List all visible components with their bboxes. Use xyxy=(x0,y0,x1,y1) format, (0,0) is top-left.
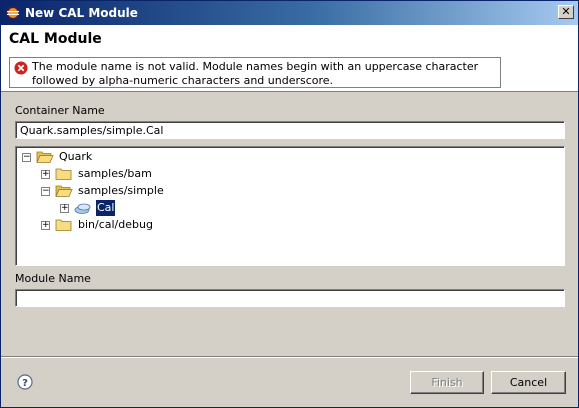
folder-open-icon xyxy=(36,151,54,163)
cancel-button[interactable]: Cancel xyxy=(491,371,566,394)
module-name-field[interactable] xyxy=(15,289,565,307)
help-icon[interactable]: ? xyxy=(17,374,33,390)
expand-icon[interactable]: + xyxy=(41,221,50,230)
eclipse-icon xyxy=(6,6,20,20)
expand-icon[interactable]: + xyxy=(41,170,50,179)
module-name-label: Module Name xyxy=(15,272,91,285)
wizard-header: CAL Module The module name is not valid.… xyxy=(1,25,578,92)
folder-icon xyxy=(55,168,72,180)
tree-node-label: samples/bam xyxy=(78,167,152,180)
finish-button-label: Finish xyxy=(431,376,463,389)
close-button[interactable]: ✕ xyxy=(558,5,574,19)
error-message-box: The module name is not valid. Module nam… xyxy=(9,57,501,88)
svg-text:?: ? xyxy=(22,378,28,389)
finish-button[interactable]: Finish xyxy=(410,371,484,394)
expand-icon[interactable]: + xyxy=(60,204,69,213)
collapse-icon[interactable]: − xyxy=(41,187,50,196)
container-name-field[interactable]: Quark.samples/simple.Cal xyxy=(15,121,565,139)
tree-node-label: bin/cal/debug xyxy=(78,218,153,231)
container-tree[interactable]: − Quark + samples/bam − samples/simple + xyxy=(15,146,565,266)
separator xyxy=(1,356,578,358)
container-name-label: Container Name xyxy=(15,104,105,117)
title-bar[interactable]: New CAL Module ✕ xyxy=(1,1,578,25)
tree-node-label: Cal xyxy=(94,199,117,217)
folder-icon xyxy=(55,219,72,231)
tree-node-label: Quark xyxy=(59,150,93,163)
collapse-icon[interactable]: − xyxy=(22,153,31,162)
dialog-window: New CAL Module ✕ CAL Module The module n… xyxy=(0,0,579,408)
page-title: CAL Module xyxy=(9,31,102,47)
window-title: New CAL Module xyxy=(25,6,138,20)
package-icon xyxy=(74,203,91,214)
error-message-text: The module name is not valid. Module nam… xyxy=(32,60,479,87)
cancel-button-label: Cancel xyxy=(509,376,548,389)
folder-open-icon xyxy=(55,185,73,197)
error-icon xyxy=(14,61,28,75)
tree-node-label: samples/simple xyxy=(78,184,164,197)
